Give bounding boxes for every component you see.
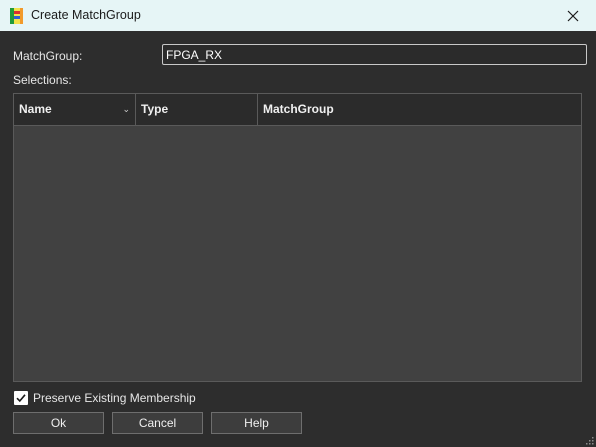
table-body[interactable]: [14, 126, 581, 381]
column-header-matchgroup-label: MatchGroup: [263, 102, 334, 116]
column-header-type[interactable]: Type: [136, 94, 258, 125]
column-header-type-label: Type: [141, 102, 169, 116]
help-button[interactable]: Help: [211, 412, 302, 434]
title-bar: Create MatchGroup: [0, 0, 596, 31]
matchgroup-input[interactable]: [162, 44, 587, 65]
matchgroup-label: MatchGroup:: [13, 49, 83, 63]
resize-grip-icon[interactable]: [584, 435, 594, 445]
preserve-membership-checkbox[interactable]: [14, 391, 28, 405]
chevron-down-icon: ⌄: [122, 104, 130, 114]
checkmark-icon: [16, 394, 26, 403]
close-icon: [567, 10, 579, 21]
ok-button[interactable]: Ok: [13, 412, 104, 434]
preserve-membership-label: Preserve Existing Membership: [33, 391, 196, 405]
matchgroup-app-icon: [10, 8, 23, 24]
column-header-matchgroup[interactable]: MatchGroup: [258, 94, 582, 125]
cancel-button[interactable]: Cancel: [112, 412, 203, 434]
close-button[interactable]: [550, 0, 596, 31]
selections-label: Selections:: [13, 73, 72, 87]
table-header: Name ⌄ Type MatchGroup: [14, 94, 582, 126]
column-header-name-label: Name: [19, 102, 52, 116]
window-title: Create MatchGroup: [31, 8, 141, 22]
column-header-name[interactable]: Name ⌄: [14, 94, 136, 125]
selections-table[interactable]: Name ⌄ Type MatchGroup: [13, 93, 582, 382]
